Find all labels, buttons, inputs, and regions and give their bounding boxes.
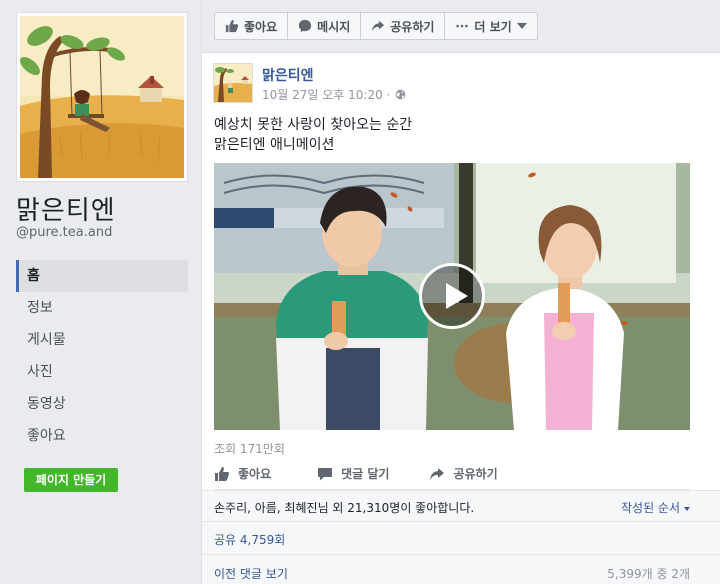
message-label: 메시지	[317, 19, 351, 34]
comment-count: 5,399개 중 2개	[607, 567, 690, 581]
likes-summary[interactable]: 손주리, 아름, 최혜진님 외 21,310명이 좋아합니다.	[214, 499, 690, 516]
globe-icon	[396, 89, 406, 100]
post-text-line1: 예상치 못한 사랑이 찾아오는 순간	[214, 117, 413, 133]
nav-item-posts[interactable]: 게시물	[16, 324, 188, 356]
post-like-label: 좋아요	[238, 467, 272, 481]
chevron-down-icon	[516, 23, 527, 29]
nav-item-videos[interactable]: 동영상	[16, 388, 188, 420]
message-button[interactable]: 메시지	[288, 13, 362, 39]
divider	[202, 554, 720, 555]
post-comment-button[interactable]: 댓글 달기	[317, 465, 389, 482]
more-button[interactable]: 더 보기	[445, 13, 536, 39]
page-handle: @pure.tea.and	[16, 225, 113, 240]
create-page-button[interactable]: 페이지 만들기	[24, 468, 118, 492]
page-nav: 홈 정보 게시물 사진 동영상 좋아요	[16, 260, 188, 452]
like-page-label: 좋아요	[244, 19, 278, 34]
post-card: 맑은티엔 10월 27일 오후 10:20 · 예상치 못한 사랑이 찾아오는 …	[202, 52, 720, 584]
nav-item-about[interactable]: 정보	[16, 292, 188, 324]
share-page-label: 공유하기	[390, 19, 435, 34]
play-icon[interactable]	[419, 263, 485, 329]
post-share-label: 공유하기	[453, 467, 498, 481]
avatar-illustration	[214, 64, 252, 102]
profile-picture[interactable]	[16, 12, 188, 182]
page-action-bar: 좋아요 메시지 공유하기 더 보기	[214, 12, 538, 40]
comment-icon	[318, 467, 333, 480]
chat-bubble-icon	[299, 19, 312, 33]
nav-item-home[interactable]: 홈	[16, 260, 188, 292]
thumbs-up-icon	[215, 466, 229, 481]
comment-order-dropdown[interactable]: 작성된 순서	[621, 499, 690, 516]
nav-item-likes[interactable]: 좋아요	[16, 420, 188, 452]
left-column: 맑은티엔 @pure.tea.and 홈 정보 게시물 사진 동영상 좋아요 페…	[0, 0, 200, 584]
view-count: 조회 171만회	[214, 442, 285, 456]
video-player[interactable]	[214, 163, 690, 430]
like-page-button[interactable]: 좋아요	[215, 13, 289, 39]
divider	[202, 521, 720, 522]
ellipsis-icon	[456, 24, 469, 28]
post-like-button[interactable]: 좋아요	[214, 465, 271, 482]
profile-illustration	[20, 16, 184, 178]
share-arrow-icon	[372, 20, 385, 32]
nav-item-photos[interactable]: 사진	[16, 356, 188, 388]
post-comment-label: 댓글 달기	[341, 467, 390, 481]
post-reaction-bar: 좋아요 댓글 달기 공유하기	[214, 458, 690, 490]
thumbs-up-icon	[225, 19, 239, 33]
post-author-avatar[interactable]	[213, 63, 253, 103]
comments-section: 손주리, 아름, 최혜진님 외 21,310명이 좋아합니다. 작성된 순서 공…	[202, 490, 720, 584]
more-label: 더 보기	[474, 19, 512, 34]
post-author-name[interactable]: 맑은티엔	[262, 65, 314, 85]
page-title: 맑은티엔	[16, 196, 116, 226]
post-body: 예상치 못한 사랑이 찾아오는 순간 맑은티엔 애니메이션	[214, 115, 412, 155]
share-count[interactable]: 공유 4,759회	[214, 531, 285, 548]
post-time-text[interactable]: 10월 27일 오후 10:20 ·	[262, 86, 390, 103]
share-arrow-icon	[430, 467, 445, 480]
post-share-button[interactable]: 공유하기	[429, 465, 498, 482]
post-timestamp: 10월 27일 오후 10:20 ·	[262, 86, 406, 103]
post-text-line2: 맑은티엔 애니메이션	[214, 137, 335, 153]
previous-comments-link[interactable]: 이전 댓글 보기	[214, 565, 288, 582]
share-page-button[interactable]: 공유하기	[361, 13, 446, 39]
